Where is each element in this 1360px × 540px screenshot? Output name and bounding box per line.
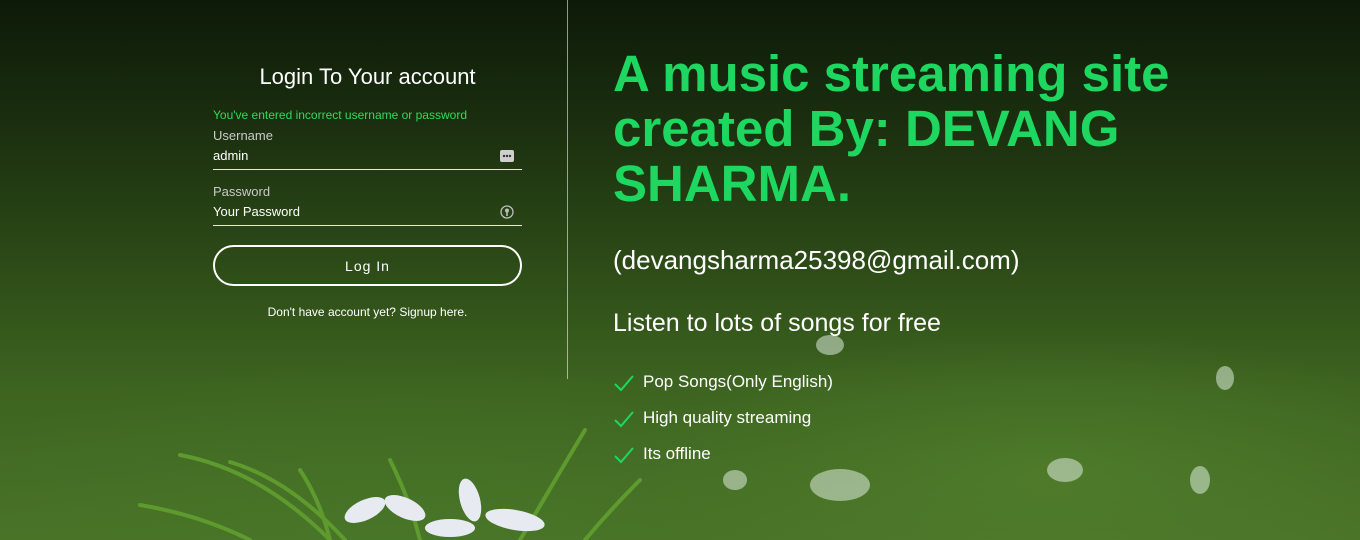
panel-divider: [567, 0, 568, 379]
signup-link[interactable]: Don't have account yet? Signup here.: [213, 305, 522, 319]
password-key-icon[interactable]: [500, 205, 514, 219]
password-field: [213, 201, 522, 226]
login-error-message: You've entered incorrect username or pas…: [213, 108, 467, 122]
username-input[interactable]: [213, 145, 483, 167]
checkmark-icon: [614, 375, 634, 392]
feature-label: High quality streaming: [643, 408, 812, 427]
password-input[interactable]: [213, 201, 483, 223]
username-label: Username: [213, 128, 273, 143]
dots-icon[interactable]: [500, 149, 514, 163]
checkmark-icon: [614, 447, 634, 464]
password-label: Password: [213, 184, 271, 199]
username-field: [213, 145, 522, 170]
checkmark-icon: [614, 411, 634, 428]
login-title: Login To Your account: [259, 64, 476, 89]
feature-item: Pop Songs(Only English): [613, 372, 833, 408]
login-button[interactable]: Log In: [213, 245, 522, 286]
hero-tagline: Listen to lots of songs for free: [613, 309, 941, 337]
hero-email: (devangsharma25398@gmail.com): [613, 245, 1020, 275]
feature-label: Its offline: [643, 444, 711, 463]
feature-label: Pop Songs(Only English): [643, 372, 833, 391]
feature-item: High quality streaming: [613, 408, 833, 444]
feature-item: Its offline: [613, 444, 833, 480]
hero-heading: A music streaming site created By: DEVAN…: [613, 45, 1170, 212]
feature-list: Pop Songs(Only English) High quality str…: [613, 372, 833, 480]
